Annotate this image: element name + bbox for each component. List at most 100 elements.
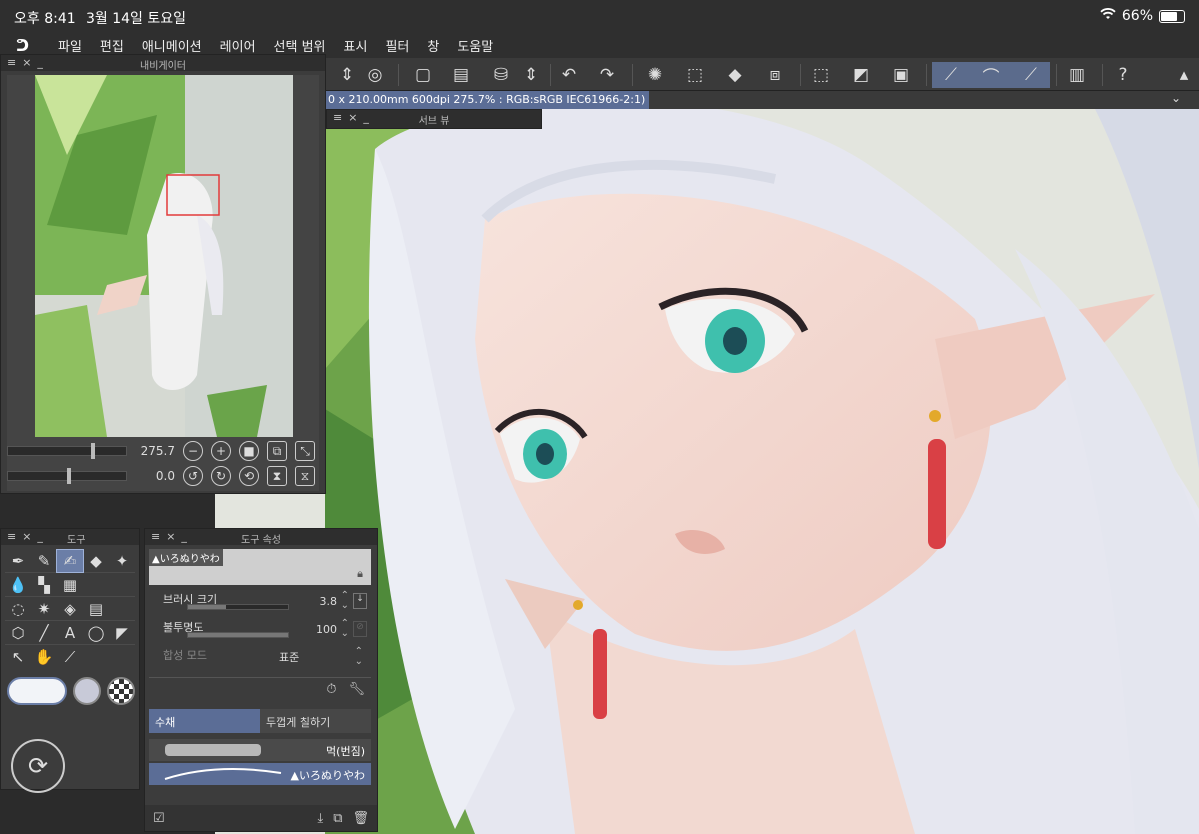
sub-tool-detail-icon[interactable]: 🔧︎: [348, 682, 365, 701]
canvas-file-info[interactable]: 0 x 210.00mm 600dpi 275.7% : RGB:sRGB IE…: [326, 91, 650, 109]
blend-mode-stepper-icon[interactable]: ⌃ ⌄: [355, 647, 363, 667]
eyedropper-tool-icon[interactable]: ⟋: [57, 646, 83, 668]
reset-rotation-icon[interactable]: ⟲: [239, 466, 259, 486]
line-stroke-icon[interactable]: ⟋: [1018, 62, 1044, 88]
chevron-updown-icon-2[interactable]: ⇕: [518, 62, 544, 88]
fit-window-icon[interactable]: ⤡: [295, 441, 315, 461]
navigator-thumbnail-image: [7, 75, 319, 491]
ruler-tool-icon[interactable]: ◤: [109, 622, 135, 644]
text-tool-icon[interactable]: A: [57, 622, 83, 644]
magic-wand-tool-icon[interactable]: ✷: [31, 598, 57, 620]
restore-settings-icon[interactable]: ⏱: [326, 682, 336, 701]
zoom-out-icon[interactable]: −: [183, 441, 203, 461]
opacity-link-icon[interactable]: ⊘: [353, 621, 367, 637]
brush-size-slider[interactable]: [187, 604, 289, 610]
scroll-up-icon[interactable]: ▴: [1174, 62, 1194, 88]
blend-mode-value[interactable]: 표준: [279, 649, 299, 665]
tool-panel: ≡×_ 도구 ✒ ✎ ✍ ◆ ✦ 💧 ▚ ▦ ◌ ✷ ◈ ▤ ⬡ ╱ A ◯ ◤…: [0, 528, 140, 793]
opacity-slider[interactable]: [187, 632, 289, 638]
blend-mode-row: 합성 모드 표준 ⌃ ⌄: [149, 645, 371, 671]
main-color-swatch[interactable]: [7, 677, 67, 705]
list-item[interactable]: ▲いろぬりやわ: [149, 763, 371, 785]
transform-icon[interactable]: ⧈: [762, 62, 788, 88]
menu-filter[interactable]: 필터: [385, 36, 409, 55]
duplicate-icon[interactable]: ⧉: [333, 811, 342, 826]
tone-icon[interactable]: ◩: [848, 62, 874, 88]
tool-menu-close-minimize-icon[interactable]: ≡×_: [7, 530, 49, 543]
navigator-title-bar: ≡×_ 내비게이터: [1, 55, 325, 72]
frame-tool-icon[interactable]: ▦: [57, 574, 83, 596]
move-tool-icon[interactable]: ↖: [5, 646, 31, 668]
menu-edit[interactable]: 편집: [100, 36, 124, 55]
brush-stroke-icon[interactable]: ⌒: [978, 62, 1004, 88]
gradient-tool-icon[interactable]: ▤: [83, 598, 109, 620]
new-file-icon[interactable]: ▢: [410, 62, 436, 88]
pen-stroke-icon[interactable]: ⟋: [938, 62, 964, 88]
delete-icon[interactable]: 🗑︎: [352, 811, 369, 826]
lock-icon[interactable]: 🔒︎: [357, 567, 363, 581]
rotate-right-icon[interactable]: ↻: [211, 466, 231, 486]
lasso-tool-icon[interactable]: ◌: [5, 598, 31, 620]
menu-help[interactable]: 도움말: [457, 36, 493, 55]
flip-vertical-icon[interactable]: ⧖: [295, 466, 315, 486]
fill-icon[interactable]: ◆: [722, 62, 748, 88]
list-item[interactable]: 먹(번짐): [149, 739, 371, 761]
menu-layer[interactable]: 레이어: [220, 36, 256, 55]
tab-watercolor[interactable]: 수채: [149, 709, 260, 733]
menu-window[interactable]: 창: [427, 36, 439, 55]
menu-animation[interactable]: 애니메이션: [142, 36, 202, 55]
navigator-preview[interactable]: [7, 75, 319, 491]
zoom-in-icon[interactable]: +: [211, 441, 231, 461]
device-icon[interactable]: ▥: [1064, 62, 1090, 88]
loading-icon[interactable]: ✺: [642, 62, 668, 88]
save-icon[interactable]: ⛁: [488, 62, 514, 88]
clip-studio-icon[interactable]: ◎: [362, 62, 388, 88]
open-folder-icon[interactable]: ▤: [448, 62, 474, 88]
flip-horizontal-icon[interactable]: ⧗: [267, 466, 287, 486]
blend-tool-icon[interactable]: 💧: [5, 574, 31, 596]
import-icon[interactable]: ⤓: [317, 811, 323, 826]
fit-stop-icon[interactable]: ■: [239, 441, 259, 461]
brush-size-menu-icon[interactable]: ↓: [353, 593, 367, 609]
pencil-tool-icon[interactable]: ✎: [31, 550, 57, 572]
fill-tool-icon[interactable]: ◈: [57, 598, 83, 620]
chevron-updown-icon[interactable]: ⇕: [334, 62, 360, 88]
eraser-tool-icon[interactable]: ◆: [83, 550, 109, 572]
status-date: 3월 14일 토요일: [86, 11, 187, 27]
brush-tool-icon[interactable]: ✍: [56, 548, 84, 573]
decoration-tool-icon[interactable]: ▚: [31, 574, 57, 596]
opacity-stepper-icon[interactable]: ⌃ ⌄: [341, 619, 349, 639]
rotation-slider[interactable]: [7, 468, 127, 484]
actual-size-icon[interactable]: ⧉: [267, 441, 287, 461]
brush-size-stepper-icon[interactable]: ⌃ ⌄: [341, 591, 349, 611]
select-icon[interactable]: ☑: [153, 811, 165, 826]
app-logo-icon[interactable]: ᕤ: [16, 36, 42, 55]
deselect-icon[interactable]: ⬚: [682, 62, 708, 88]
line-tool-icon[interactable]: ╱: [31, 622, 57, 644]
menu-file[interactable]: 파일: [58, 36, 82, 55]
3d-tool-icon[interactable]: ⬡: [5, 622, 31, 644]
rotate-left-icon[interactable]: ↺: [183, 466, 203, 486]
redo-icon[interactable]: ↷: [594, 62, 620, 88]
sub-color-swatch[interactable]: [73, 677, 101, 705]
border-icon[interactable]: ▣: [888, 62, 914, 88]
wifi-icon: [1100, 8, 1116, 24]
clear-icon[interactable]: ⬚: [808, 62, 834, 88]
zoom-slider[interactable]: [7, 443, 127, 459]
menu-selection[interactable]: 선택 범위: [274, 36, 326, 55]
tab-thick-paint[interactable]: 두껍게 칠하기: [260, 709, 371, 733]
menu-view[interactable]: 표시: [344, 36, 368, 55]
chevron-down-icon[interactable]: ⌄: [1171, 91, 1181, 105]
transparent-color-swatch[interactable]: [107, 677, 135, 705]
pen-tool-icon[interactable]: ✒: [5, 550, 31, 572]
swap-color-icon[interactable]: ⟳: [11, 739, 65, 793]
property-footer: ⏱ 🔧︎: [149, 677, 371, 701]
empty-slot: [109, 646, 135, 668]
navigator-title: 내비게이터: [140, 61, 186, 72]
help-icon[interactable]: ?: [1110, 62, 1136, 88]
balloon-tool-icon[interactable]: ◯: [83, 622, 109, 644]
hand-tool-icon[interactable]: ✋: [31, 646, 57, 668]
undo-icon[interactable]: ↶: [556, 62, 582, 88]
tool-property-title: 도구 속성: [241, 535, 281, 546]
sparkle-tool-icon[interactable]: ✦: [109, 550, 135, 572]
